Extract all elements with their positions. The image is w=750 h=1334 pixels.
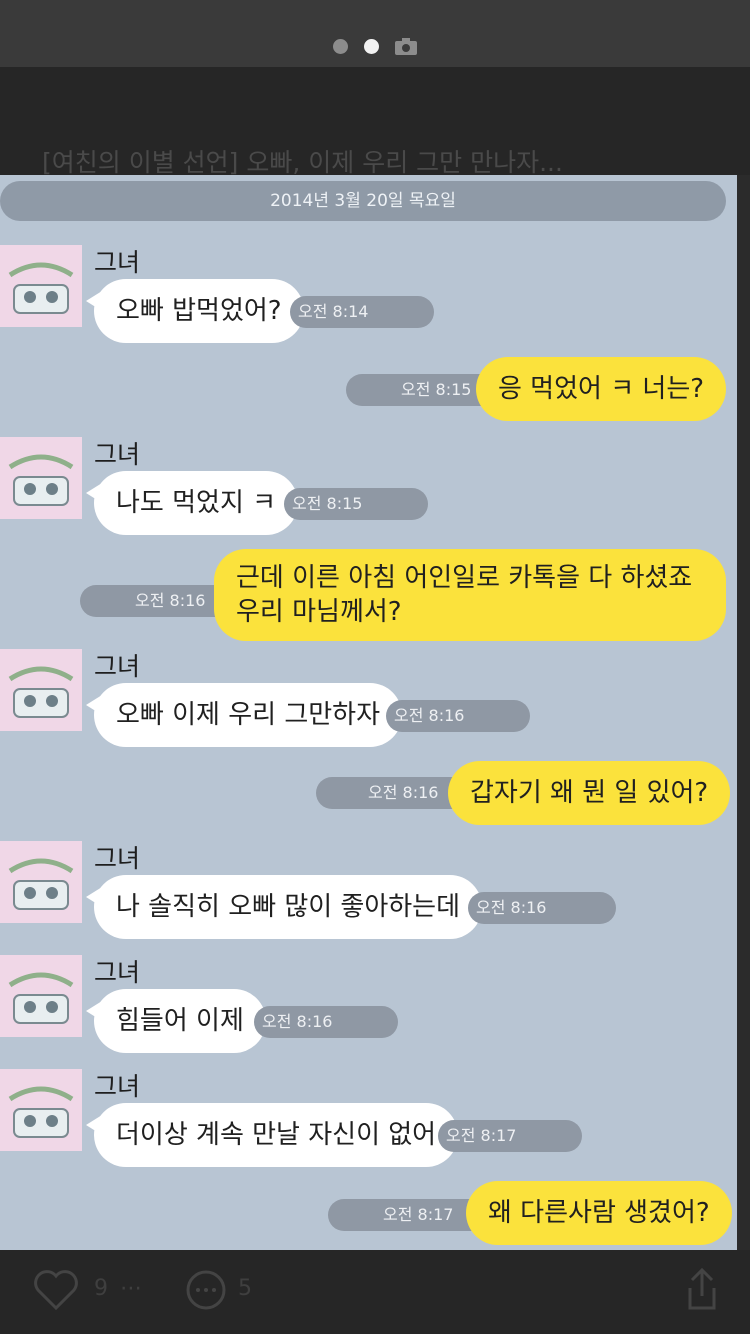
chat-screenshot: 2014년 3월 20일 목요일 그녀 오빠 밥먹었어? 오전 8:14 오전 …: [0, 175, 737, 1250]
received-message[interactable]: 나 솔직히 오빠 많이 좋아하는데: [94, 875, 483, 939]
page-dot-active[interactable]: [364, 39, 379, 54]
avatar: [0, 841, 82, 923]
avatar: [0, 955, 82, 1037]
action-bar: 9 ⋯ 5: [0, 1250, 750, 1334]
heart-icon[interactable]: [32, 1268, 80, 1318]
sender-name: 그녀: [94, 248, 141, 277]
sent-message[interactable]: 근데 이른 아침 어인일로 카톡을 다 하셨죠 우리 마님께서?: [214, 549, 726, 641]
message-line: 근데 이른 아침 어인일로 카톡을 다 하셨죠: [236, 563, 693, 593]
more-icon[interactable]: ⋯: [120, 1276, 142, 1301]
avatar: [0, 649, 82, 731]
share-icon[interactable]: [684, 1266, 720, 1318]
sender-name: 그녀: [94, 958, 141, 987]
received-message[interactable]: 힘들어 이제: [94, 989, 266, 1053]
date-divider: 2014년 3월 20일 목요일: [0, 181, 726, 221]
avatar: [0, 437, 82, 519]
message-time: 오전 8:16: [254, 1006, 398, 1038]
avatar: [0, 1069, 82, 1151]
camera-icon[interactable]: [395, 38, 417, 55]
message-time: 오전 8:15: [284, 488, 428, 520]
sender-name: 그녀: [94, 844, 141, 873]
received-message[interactable]: 오빠 밥먹었어?: [94, 279, 304, 343]
like-count: 9: [94, 1276, 108, 1301]
sender-name: 그녀: [94, 1072, 141, 1101]
sent-message[interactable]: 갑자기 왜 뭔 일 있어?: [448, 761, 731, 825]
comment-count: 5: [238, 1276, 252, 1301]
sent-message[interactable]: 응 먹었어 ㅋ 너는?: [476, 357, 727, 421]
received-message[interactable]: 오빠 이제 우리 그만하자: [94, 683, 402, 747]
avatar: [0, 245, 82, 327]
sender-name: 그녀: [94, 652, 141, 681]
page-dot[interactable]: [333, 39, 348, 54]
message-time: 오전 8:16: [468, 892, 616, 924]
post-caption: [여친의 이별 선언] 오빠, 이제 우리 그만 만나자...: [42, 148, 563, 177]
received-message[interactable]: 더이상 계속 만날 자신이 없어: [94, 1103, 459, 1167]
comment-icon[interactable]: [184, 1268, 228, 1318]
page-indicator[interactable]: [333, 38, 417, 55]
sent-message[interactable]: 왜 다른사람 생겼어?: [466, 1181, 732, 1245]
top-bar: [0, 0, 750, 67]
message-line: 우리 마님께서?: [236, 597, 402, 627]
message-time: 오전 8:16: [386, 700, 530, 732]
sender-name: 그녀: [94, 440, 141, 469]
received-message[interactable]: 나도 먹었지 ㅋ: [94, 471, 299, 535]
message-time: 오전 8:14: [290, 296, 434, 328]
message-time: 오전 8:17: [438, 1120, 582, 1152]
